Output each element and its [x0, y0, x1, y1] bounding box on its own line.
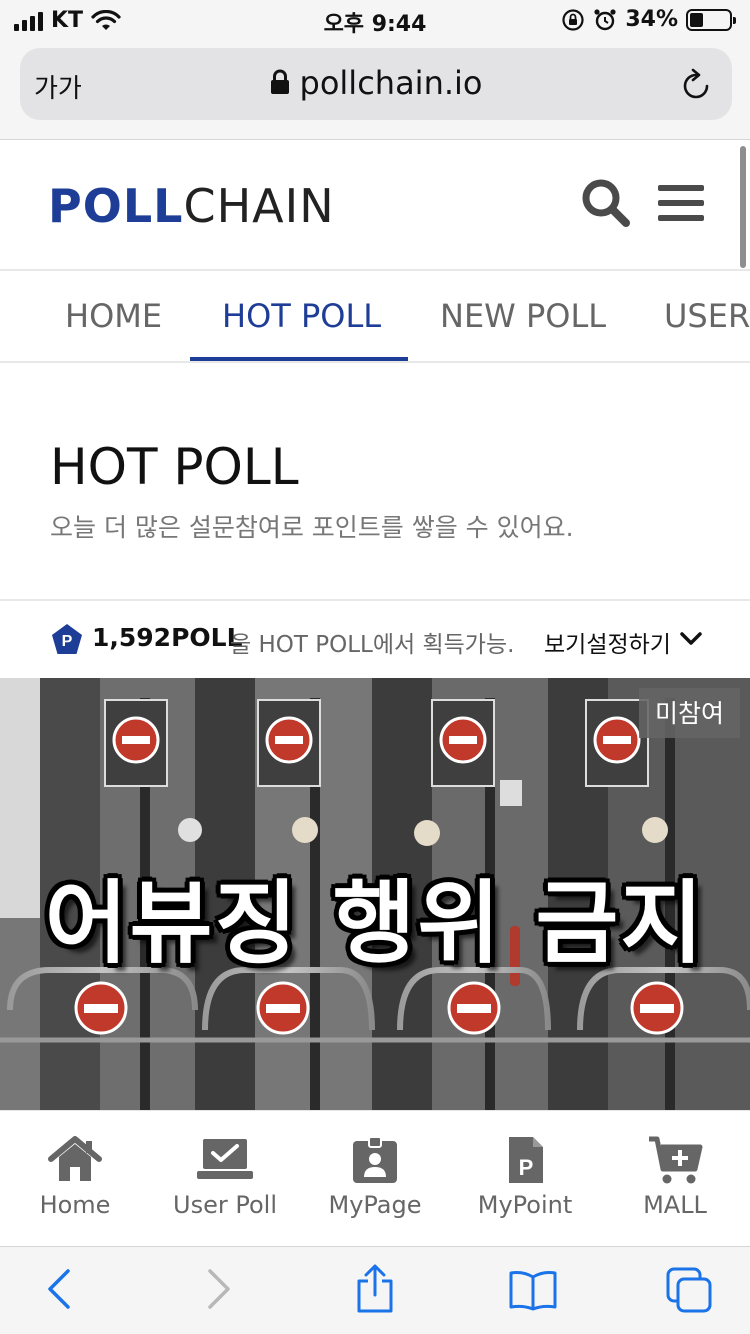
- search-icon[interactable]: [580, 177, 632, 229]
- nav-item-user-poll[interactable]: User Poll: [150, 1111, 300, 1247]
- tab-home[interactable]: HOME: [65, 297, 162, 335]
- alarm-icon: [594, 8, 616, 30]
- reload-icon[interactable]: [680, 68, 712, 102]
- page-scrollbar[interactable]: [740, 146, 746, 268]
- hamburger-menu-icon[interactable]: [658, 183, 704, 223]
- active-tab-indicator: [190, 357, 408, 361]
- logo-regular-text: CHAIN: [183, 179, 335, 233]
- status-bar: KT 오후 9:44 34%: [0, 0, 750, 40]
- user-poll-icon: [197, 1139, 253, 1179]
- nav-item-mypoint[interactable]: P MyPoint: [450, 1111, 600, 1247]
- tab-new-poll[interactable]: NEW POLL: [440, 297, 606, 335]
- point-file-icon: P: [509, 1137, 543, 1183]
- home-icon: [48, 1136, 102, 1181]
- nav-label-home: Home: [39, 1191, 111, 1219]
- svg-text:P: P: [519, 1155, 534, 1180]
- poll-card-banner[interactable]: 어뷰징 행위 금지 미참여: [0, 678, 750, 1110]
- battery-level: [690, 12, 703, 27]
- id-badge-icon: [353, 1136, 397, 1183]
- back-arrow-icon[interactable]: [44, 1267, 74, 1311]
- point-badge-letter: P: [62, 633, 73, 650]
- tab-hot-poll[interactable]: HOT POLL: [222, 297, 381, 335]
- nav-label-mypage: MyPage: [328, 1191, 422, 1219]
- nav-item-home[interactable]: Home: [0, 1111, 150, 1247]
- lock-icon: [270, 69, 289, 94]
- tab-user[interactable]: USER: [664, 297, 750, 335]
- points-amount: 1,592POLL: [92, 623, 243, 652]
- url-text: pollchain.io: [299, 64, 483, 102]
- url-field[interactable]: pollchain.io: [20, 64, 732, 102]
- category-tabs: HOME HOT POLL NEW POLL USER: [0, 273, 750, 363]
- banner-headline: 어뷰징 행위 금지: [44, 871, 706, 976]
- page-subtitle: 오늘 더 많은 설문참여로 포인트를 쌓을 수 있어요.: [50, 513, 574, 542]
- browser-toolbar: [0, 1246, 750, 1334]
- participation-status-badge: 미참여: [638, 688, 740, 738]
- forward-arrow-icon[interactable]: [204, 1267, 234, 1311]
- address-bar[interactable]: 가가 pollchain.io: [20, 48, 732, 120]
- point-badge-icon: P: [52, 624, 82, 654]
- logo-bold-text: POLL: [48, 179, 184, 233]
- tabs-overview-icon[interactable]: [666, 1267, 714, 1313]
- bottom-app-nav: Home User Poll MyPage P MyPoint MALL: [0, 1110, 750, 1246]
- status-right: 34%: [561, 7, 736, 32]
- page-title: HOT POLL: [50, 438, 299, 496]
- points-summary-bar: P 1,592POLL 을 HOT POLL에서 획득가능. 보기설정하기: [0, 599, 750, 677]
- battery-percent: 34%: [625, 7, 678, 32]
- nav-item-mypage[interactable]: MyPage: [300, 1111, 450, 1247]
- chevron-down-icon[interactable]: [680, 631, 702, 647]
- site-logo[interactable]: POLLCHAIN: [48, 179, 335, 233]
- bookmarks-book-icon[interactable]: [508, 1269, 558, 1311]
- cart-plus-icon: [649, 1136, 703, 1184]
- view-settings-button[interactable]: 보기설정하기: [544, 625, 671, 659]
- browser-address-area: 가가 pollchain.io: [0, 40, 750, 140]
- nav-label-mall: MALL: [643, 1191, 707, 1219]
- nav-item-mall[interactable]: MALL: [600, 1111, 750, 1247]
- nav-label-user-poll: User Poll: [173, 1191, 277, 1219]
- nav-label-mypoint: MyPoint: [477, 1191, 573, 1219]
- share-icon[interactable]: [355, 1263, 395, 1315]
- points-description: 을 HOT POLL에서 획득가능.: [230, 632, 515, 658]
- site-header: POLLCHAIN: [0, 141, 750, 271]
- rotation-lock-icon: [562, 8, 584, 31]
- battery-icon: [686, 8, 736, 31]
